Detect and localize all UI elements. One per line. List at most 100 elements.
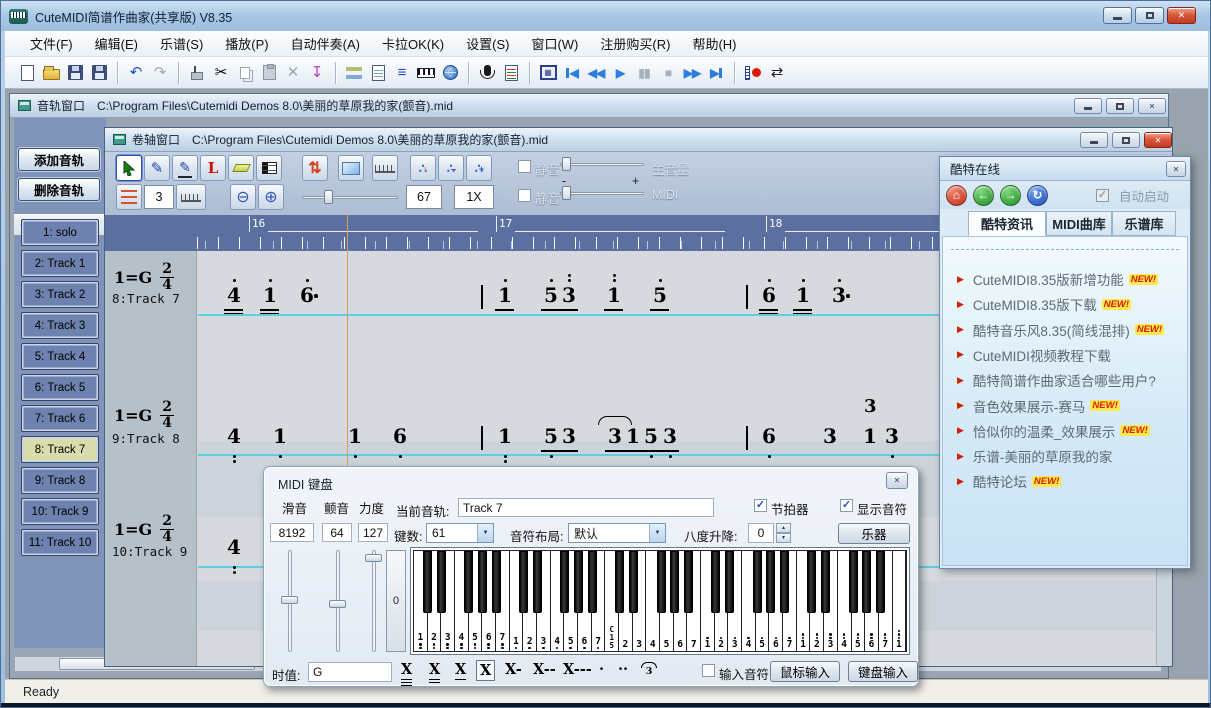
note[interactable]: 3 bbox=[561, 426, 577, 447]
online-link[interactable]: ▶CuteMIDI8.35版下载NEW! bbox=[957, 294, 1131, 314]
note-curve-up-icon[interactable]: ∴↑ bbox=[410, 155, 436, 181]
track-window-restore-button[interactable] bbox=[1106, 98, 1134, 114]
insert-bar-icon[interactable] bbox=[185, 61, 209, 85]
duration-··[interactable]: ·· bbox=[615, 660, 631, 679]
black-key[interactable] bbox=[849, 551, 858, 613]
black-key[interactable] bbox=[807, 551, 816, 613]
menu-item[interactable]: 编辑(E) bbox=[84, 30, 149, 57]
black-key[interactable] bbox=[670, 551, 679, 613]
note[interactable]: 3 bbox=[607, 426, 623, 447]
note[interactable]: 1 bbox=[497, 426, 513, 447]
note[interactable]: 6 bbox=[299, 285, 315, 306]
eraser-icon[interactable] bbox=[228, 155, 254, 181]
vibrato-value[interactable]: 64 bbox=[322, 523, 352, 542]
go-end-icon[interactable]: ▶ bbox=[704, 61, 728, 85]
black-key[interactable] bbox=[821, 551, 830, 613]
online-link[interactable]: ▶CuteMIDI8.35版新增功能NEW! bbox=[957, 269, 1158, 289]
add-track-button[interactable]: 添加音轨 bbox=[18, 148, 100, 171]
undo-icon[interactable]: ↶ bbox=[124, 61, 148, 85]
midi-volume-slider[interactable] bbox=[560, 186, 644, 200]
duration-X[interactable]: X bbox=[452, 660, 469, 682]
note[interactable]: 3 bbox=[822, 426, 838, 447]
note[interactable]: 6 bbox=[761, 426, 777, 447]
instrument-button[interactable]: 乐器 bbox=[838, 523, 910, 544]
zoom-out-icon[interactable]: ⊖ bbox=[230, 184, 256, 210]
glide-slider[interactable] bbox=[280, 550, 300, 652]
open-file-icon[interactable] bbox=[39, 61, 63, 85]
pencil-icon[interactable]: ✎ bbox=[144, 155, 170, 181]
track-item[interactable]: 4: Track 3 bbox=[21, 312, 99, 339]
select-region-icon[interactable] bbox=[338, 155, 364, 181]
tab-酷特资讯[interactable]: 酷特资讯 bbox=[968, 211, 1046, 236]
track-window-titlebar[interactable]: 音轨窗口 C:\Program Files\Cutemidi Demos 8.0… bbox=[10, 94, 1168, 118]
menu-item[interactable]: 乐谱(S) bbox=[149, 30, 214, 57]
duration-triplet[interactable]: 3 bbox=[638, 660, 660, 678]
black-key[interactable] bbox=[533, 551, 542, 613]
track-item[interactable]: 8: Track 7 bbox=[21, 436, 99, 463]
black-key[interactable] bbox=[464, 551, 473, 613]
current-track-input[interactable]: Track 7 bbox=[458, 498, 714, 517]
delete-icon[interactable]: ✕ bbox=[281, 61, 305, 85]
metronome-checkbox[interactable]: ✓ bbox=[754, 499, 767, 512]
keyboard-icon[interactable] bbox=[414, 61, 438, 85]
note[interactable]: 6 bbox=[761, 285, 777, 306]
note[interactable]: 1 bbox=[347, 426, 363, 447]
black-key[interactable] bbox=[629, 551, 638, 613]
note[interactable]: 3 bbox=[831, 285, 847, 306]
vibrato-slider[interactable] bbox=[328, 550, 348, 652]
menu-item[interactable]: 注册购买(R) bbox=[589, 30, 681, 57]
main-volume-slider[interactable] bbox=[560, 157, 644, 171]
note[interactable]: 1 bbox=[625, 426, 641, 447]
duration-input[interactable]: G bbox=[308, 662, 392, 682]
new-file-icon[interactable] bbox=[15, 61, 39, 85]
note[interactable]: 3 bbox=[662, 426, 678, 447]
score-page-icon[interactable] bbox=[499, 61, 523, 85]
show-notes-checkbox[interactable]: ✓ bbox=[840, 499, 853, 512]
duration-X-[interactable]: X- bbox=[502, 660, 525, 679]
rewind-icon[interactable]: ◀◀ bbox=[584, 61, 608, 85]
cut-icon[interactable]: ✂ bbox=[209, 61, 233, 85]
velocity-slider[interactable] bbox=[364, 550, 384, 652]
beat-value[interactable]: 3 bbox=[144, 185, 174, 209]
duration-X[interactable]: X bbox=[398, 660, 415, 688]
zoom-in-icon[interactable]: ⊕ bbox=[258, 184, 284, 210]
black-key[interactable] bbox=[711, 551, 720, 613]
menu-item[interactable]: 窗口(W) bbox=[520, 30, 589, 57]
tracks-icon[interactable] bbox=[342, 61, 366, 85]
menu-item[interactable]: 自动伴奏(A) bbox=[280, 30, 371, 57]
autostart-checkbox[interactable]: ✓ bbox=[1096, 189, 1109, 202]
back-icon[interactable]: ← bbox=[973, 185, 994, 206]
black-key[interactable] bbox=[876, 551, 885, 613]
velocity-value[interactable]: 127 bbox=[358, 523, 388, 542]
black-key[interactable] bbox=[657, 551, 666, 613]
save-icon[interactable] bbox=[63, 61, 87, 85]
note[interactable]: 1 bbox=[262, 285, 278, 306]
black-key[interactable] bbox=[862, 551, 871, 613]
note[interactable]: 4 bbox=[226, 426, 242, 447]
track-item[interactable]: 6: Track 5 bbox=[21, 374, 99, 401]
online-link[interactable]: ▶酷特简谱作曲家适合哪些用户? bbox=[957, 370, 1156, 390]
black-key[interactable] bbox=[478, 551, 487, 613]
piano-keyboard[interactable]: 12345671234567C15234567123456712345671 bbox=[410, 547, 910, 655]
black-key[interactable] bbox=[615, 551, 624, 613]
track-item[interactable]: 2: Track 1 bbox=[21, 250, 99, 277]
glide-value[interactable]: 8192 bbox=[270, 523, 314, 542]
import-icon[interactable]: ↧ bbox=[305, 61, 329, 85]
refresh-icon[interactable]: ↻ bbox=[1027, 185, 1048, 206]
black-key[interactable] bbox=[780, 551, 789, 613]
duration-X[interactable]: X bbox=[426, 660, 443, 685]
note[interactable]: 5 bbox=[652, 285, 668, 306]
mouse-input-button[interactable]: 鼠标输入 bbox=[770, 661, 840, 682]
mute-midi-checkbox[interactable] bbox=[518, 189, 531, 202]
note[interactable]: 1 bbox=[272, 426, 288, 447]
octave-shift-value[interactable]: 0 bbox=[748, 523, 774, 543]
key-count-select[interactable]: 61▼ bbox=[426, 523, 494, 543]
fast-forward-icon[interactable]: ▶▶ bbox=[680, 61, 704, 85]
black-key[interactable] bbox=[684, 551, 693, 613]
menu-item[interactable]: 卡拉OK(K) bbox=[371, 30, 455, 57]
select-cursor-icon[interactable] bbox=[116, 155, 142, 181]
note-layout-select[interactable]: 默认▼ bbox=[568, 523, 666, 543]
white-key[interactable]: 1 bbox=[893, 551, 907, 651]
black-key[interactable] bbox=[437, 551, 446, 613]
track-item[interactable]: 1: solo bbox=[21, 219, 99, 246]
